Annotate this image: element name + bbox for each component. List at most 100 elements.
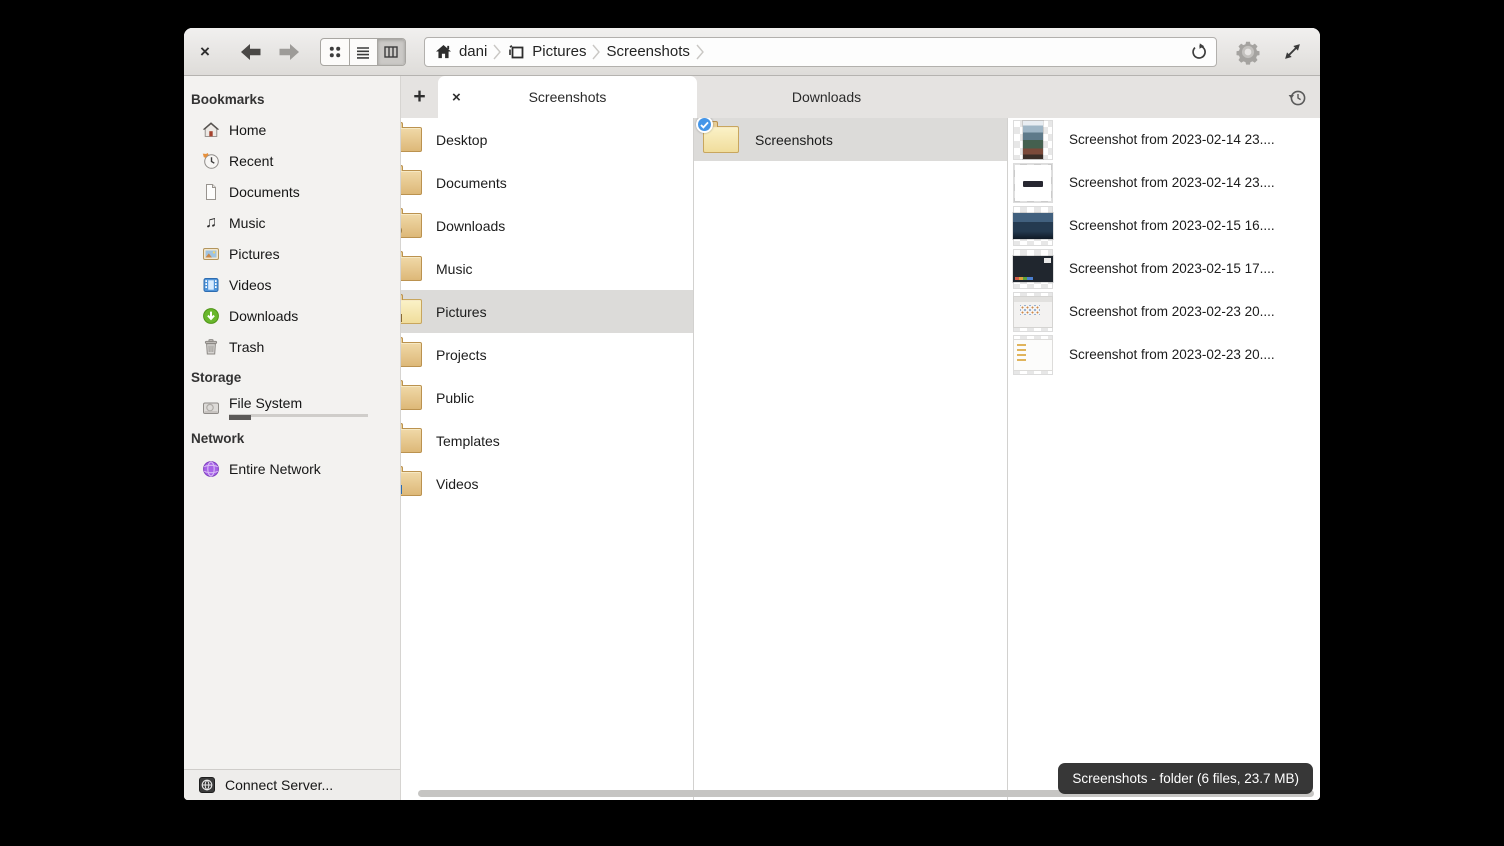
back-button[interactable] (240, 43, 262, 61)
breadcrumb-label: Pictures (532, 43, 586, 60)
pictures-crumb-icon (507, 44, 525, 60)
sidebar-item-label: Music (229, 215, 266, 231)
file-thumbnail (1013, 163, 1053, 203)
sidebar-item-file-system[interactable]: File System (184, 392, 400, 423)
sidebar-item-label: Trash (229, 339, 264, 355)
tab-bar: + × Screenshots Downloads (401, 76, 1320, 118)
file-row[interactable]: Screenshot from 2023-02-14 23.... (1008, 161, 1320, 204)
folder-downloads-icon (401, 213, 422, 238)
settings-button[interactable] (1235, 39, 1261, 65)
sidebar-item-label: Downloads (229, 308, 298, 324)
sidebar-section-network: Network (184, 423, 400, 453)
sidebar: Bookmarks Home Recent Documents (184, 76, 401, 800)
folder-label: Downloads (436, 218, 505, 234)
grid-view-button[interactable] (321, 39, 349, 65)
sidebar-item-downloads[interactable]: Downloads (184, 300, 400, 331)
window-close-button[interactable]: × (200, 43, 210, 60)
file-row[interactable]: Screenshot from 2023-02-14 23.... (1008, 118, 1320, 161)
column-view-button[interactable] (377, 39, 405, 65)
connect-server-icon (198, 776, 216, 794)
chevron-right-icon (695, 41, 705, 63)
list-view-button[interactable] (349, 39, 377, 65)
history-button[interactable] (1274, 76, 1320, 118)
file-thumbnail (1013, 292, 1053, 332)
selected-check-badge (696, 118, 713, 133)
folder-row-desktop[interactable]: Desktop (401, 118, 693, 161)
sidebar-section-bookmarks: Bookmarks (184, 84, 400, 114)
folder-row-music[interactable]: ♪ Music (401, 247, 693, 290)
file-label: Screenshot from 2023-02-23 20.... (1069, 347, 1275, 362)
breadcrumb-home[interactable]: dani (435, 43, 487, 60)
folder-label: Videos (436, 476, 479, 492)
fullscreen-button[interactable] (1283, 42, 1302, 61)
sidebar-item-label: Recent (229, 153, 273, 169)
tab-screenshots[interactable]: × Screenshots (438, 76, 697, 118)
file-row[interactable]: Screenshot from 2023-02-15 17.... (1008, 247, 1320, 290)
new-tab-button[interactable]: + (401, 76, 438, 118)
file-thumbnail (1013, 206, 1053, 246)
column-view-icon (383, 44, 399, 60)
path-bar[interactable]: dani Pictures Screenshots (424, 37, 1217, 67)
connect-server-label: Connect Server... (225, 777, 333, 793)
refresh-icon (1190, 43, 1208, 61)
sidebar-item-videos[interactable]: Videos (184, 269, 400, 300)
recent-icon (202, 152, 220, 170)
column-view: Desktop Documents Downloads (401, 118, 1320, 800)
breadcrumb-screenshots[interactable]: Screenshots (606, 43, 689, 60)
sidebar-item-documents[interactable]: Documents (184, 176, 400, 207)
file-row[interactable]: Screenshot from 2023-02-23 20.... (1008, 290, 1320, 333)
sidebar-item-pictures[interactable]: Pictures (184, 238, 400, 269)
sidebar-item-label: File System (229, 395, 368, 411)
file-row[interactable]: Screenshot from 2023-02-15 16.... (1008, 204, 1320, 247)
folder-videos-icon (401, 471, 422, 496)
folder-label: Desktop (436, 132, 487, 148)
folder-row-videos[interactable]: Videos (401, 462, 693, 505)
column-files: Screenshot from 2023-02-14 23.... Screen… (1008, 118, 1320, 800)
downloads-icon (202, 307, 220, 325)
sidebar-item-recent[interactable]: Recent (184, 145, 400, 176)
history-icon (1287, 87, 1308, 108)
folder-pictures-icon (401, 299, 422, 324)
breadcrumb-pictures[interactable]: Pictures (507, 43, 586, 60)
breadcrumb-label: Screenshots (606, 43, 689, 60)
sidebar-item-entire-network[interactable]: Entire Network (184, 453, 400, 484)
folder-row-pictures[interactable]: Pictures (401, 290, 693, 333)
window-body: Bookmarks Home Recent Documents (184, 76, 1320, 800)
tab-downloads[interactable]: Downloads (697, 76, 956, 118)
folder-row-public[interactable]: Public (401, 376, 693, 419)
file-row[interactable]: Screenshot from 2023-02-23 20.... (1008, 333, 1320, 376)
back-arrow-icon (240, 43, 262, 61)
disk-usage-fill (229, 415, 251, 420)
folder-row-projects[interactable]: Projects (401, 333, 693, 376)
document-icon (202, 183, 220, 201)
list-view-icon (355, 44, 371, 60)
sidebar-item-trash[interactable]: Trash (184, 331, 400, 362)
folder-label: Public (436, 390, 474, 406)
refresh-button[interactable] (1190, 43, 1208, 61)
network-icon (202, 460, 220, 478)
folder-open-checked-icon (703, 126, 739, 153)
sidebar-item-label: Videos (229, 277, 272, 293)
file-thumbnail (1013, 335, 1053, 375)
folder-row-downloads[interactable]: Downloads (401, 204, 693, 247)
connect-server-button[interactable]: Connect Server... (184, 769, 400, 800)
harddisk-icon (202, 399, 220, 417)
sidebar-item-label: Pictures (229, 246, 280, 262)
sidebar-section-storage: Storage (184, 362, 400, 392)
folder-row-screenshots[interactable]: Screenshots (694, 118, 1007, 161)
music-icon: ♫ (202, 214, 220, 232)
tab-close-icon[interactable]: × (452, 90, 461, 105)
sidebar-item-label: Home (229, 122, 266, 138)
forward-button[interactable] (278, 43, 300, 61)
sidebar-item-music[interactable]: ♫ Music (184, 207, 400, 238)
sidebar-item-home[interactable]: Home (184, 114, 400, 145)
folder-row-documents[interactable]: Documents (401, 161, 693, 204)
file-label: Screenshot from 2023-02-14 23.... (1069, 132, 1275, 147)
forward-arrow-icon (278, 43, 300, 61)
folder-templates-icon (401, 428, 422, 453)
folder-public-icon (401, 385, 422, 410)
folder-row-templates[interactable]: Templates (401, 419, 693, 462)
gear-icon (1235, 39, 1261, 65)
main-area: + × Screenshots Downloads (401, 76, 1320, 800)
folder-label: Pictures (436, 304, 487, 320)
